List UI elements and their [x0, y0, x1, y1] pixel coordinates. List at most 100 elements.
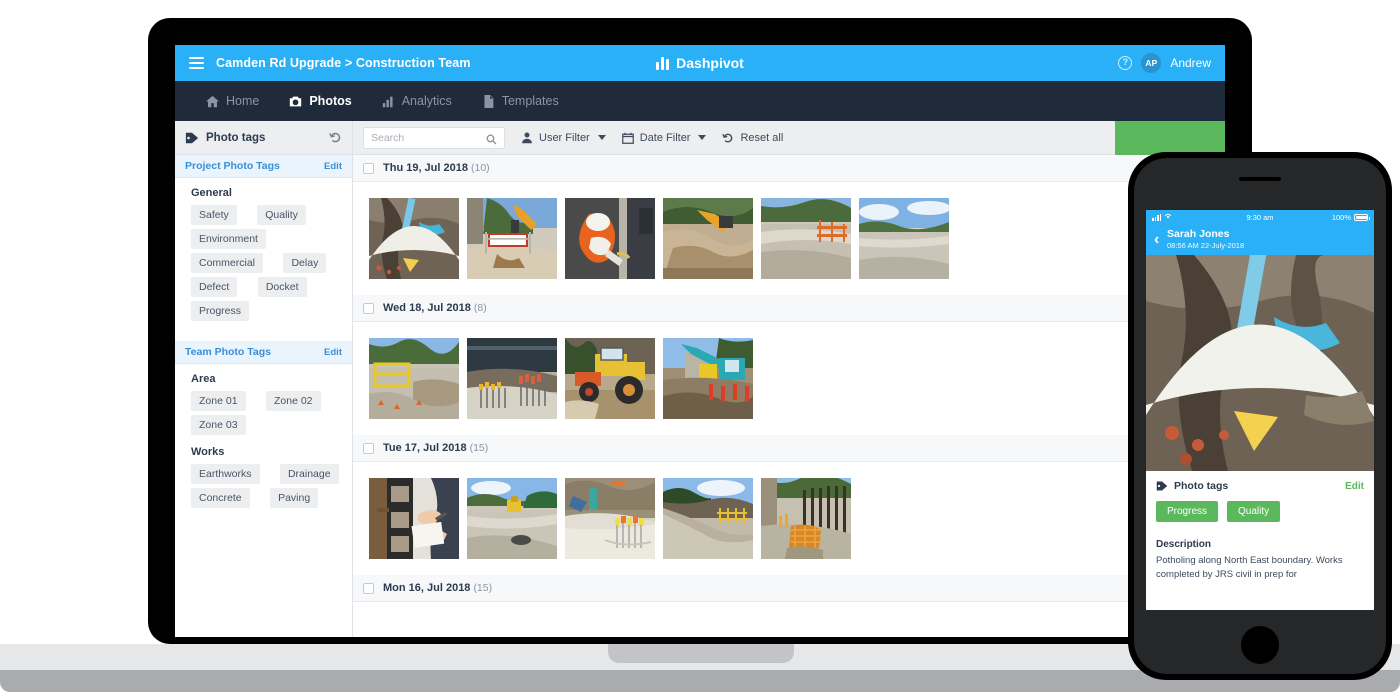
date-filter-button[interactable]: Date Filter — [621, 131, 707, 144]
phone-description-title: Description — [1156, 539, 1212, 550]
photo-thumbnail-paved-road-under-blue-sky[interactable] — [859, 198, 949, 279]
date-group-header[interactable]: Wed 18, Jul 2018 (8) — [353, 295, 1225, 322]
laptop-screen: Camden Rd Upgrade > Construction Team Da… — [175, 45, 1225, 637]
breadcrumb[interactable]: Camden Rd Upgrade > Construction Team — [216, 56, 471, 70]
photo-thumbnail-worker-in-orange-hi-vis-overhead[interactable] — [565, 198, 655, 279]
user-icon — [521, 132, 533, 144]
date-group-header[interactable]: Thu 19, Jul 2018 (10) — [353, 155, 1225, 182]
photo-thumbnail-yellow-safety-barrier-on-road[interactable] — [369, 338, 459, 419]
help-question-icon[interactable]: ? — [1118, 56, 1133, 70]
screenshot-stage: Camden Rd Upgrade > Construction Team Da… — [0, 0, 1400, 700]
tag-chip[interactable]: Concrete — [191, 488, 250, 508]
photo-thumbnail-new-concrete-road-with-machine[interactable] — [467, 478, 557, 559]
header-right: ? AP Andrew — [1118, 53, 1225, 73]
photo-thumbnail-embankment-with-timber-fence[interactable] — [663, 478, 753, 559]
phone-photo-trench-excavation-with-blue-pipe[interactable] — [1146, 255, 1374, 471]
tag-chip[interactable]: Earthworks — [191, 464, 260, 484]
tag-chip[interactable]: Quality — [257, 205, 306, 225]
tag-chip[interactable]: Zone 03 — [191, 415, 246, 435]
user-name[interactable]: Andrew — [1170, 56, 1211, 70]
phone-header-text: Sarah Jones 08:56 AM 22-July-2018 — [1167, 228, 1244, 251]
primary-action-button[interactable] — [1115, 121, 1225, 155]
status-time: 9:30 am — [1246, 212, 1274, 222]
tag-chip[interactable]: Delay — [283, 253, 327, 273]
photo-thumbnail-yellow-road-roller-compactor[interactable] — [565, 338, 655, 419]
app-header: Camden Rd Upgrade > Construction Team Da… — [175, 45, 1225, 81]
phone-photo-tags-edit[interactable]: Edit — [1345, 481, 1364, 492]
chevron-down-icon — [698, 135, 707, 140]
date-label: Tue 17, Jul 2018 — [383, 442, 467, 454]
phone-tag-chip[interactable]: Progress — [1156, 501, 1219, 522]
chevron-left-icon[interactable]: ‹ — [1154, 231, 1167, 248]
app-body: Photo tags Project Photo Tags Edit Gener… — [175, 121, 1225, 637]
tagset-header-project: Project Photo Tags Edit — [175, 155, 352, 178]
tag-chip[interactable]: Drainage — [279, 464, 339, 484]
tag-chip[interactable]: Zone 02 — [265, 391, 321, 411]
tag-chip[interactable]: Docket — [257, 277, 307, 297]
tag-list-general: Safety Quality Environment Commercial De… — [175, 203, 352, 323]
search-icon[interactable] — [486, 132, 497, 145]
photo-thumbnail-concrete-road-with-orange-barrier[interactable] — [761, 198, 851, 279]
tagset-edit-project[interactable]: Edit — [324, 161, 342, 172]
photo-thumbnail-trench-with-steel-starter-bars[interactable] — [467, 338, 557, 419]
main-nav: Home Photos Analytics Templates — [175, 81, 1225, 121]
photo-thumbnail-rock-cutting-with-marker-flags[interactable] — [565, 478, 655, 559]
select-all-checkbox[interactable] — [363, 582, 374, 594]
photo-thumbnail-excavator-digging-earth-mound[interactable] — [663, 198, 753, 279]
nav-item-templates-label: Templates — [501, 94, 559, 108]
phone-home-button[interactable] — [1241, 626, 1279, 664]
photo-thumbnail-excavator-behind-safety-fence[interactable] — [467, 198, 557, 279]
date-group-header[interactable]: Mon 16, Jul 2018 (15) — [353, 575, 1225, 602]
brand-name: Dashpivot — [676, 55, 744, 71]
phone-user-name: Sarah Jones — [1167, 228, 1230, 240]
tag-chip[interactable]: Safety — [191, 205, 237, 225]
tag-icon — [185, 131, 199, 145]
tag-chip[interactable]: Commercial — [191, 253, 264, 273]
phone-speaker — [1239, 177, 1281, 181]
nav-item-home[interactable]: Home — [193, 81, 272, 121]
date-count: (15) — [469, 442, 489, 454]
tag-chip[interactable]: Zone 01 — [191, 391, 246, 411]
select-all-checkbox[interactable] — [363, 302, 374, 314]
date-filter-label: Date Filter — [639, 131, 691, 144]
hamburger-menu-icon[interactable] — [189, 57, 204, 69]
phone-header: ‹ Sarah Jones 08:56 AM 22-July-2018 — [1146, 224, 1374, 255]
photo-row — [353, 182, 1225, 295]
date-label: Wed 18, Jul 2018 — [383, 302, 471, 314]
select-all-checkbox[interactable] — [363, 442, 374, 454]
tagset-title-team: Team Photo Tags — [185, 346, 271, 358]
nav-item-photos-label: Photos — [309, 94, 352, 108]
tag-chip[interactable]: Defect — [191, 277, 238, 297]
photo-row — [353, 462, 1225, 575]
search-input[interactable] — [371, 127, 489, 148]
reset-undo-icon[interactable] — [329, 131, 342, 144]
nav-item-analytics[interactable]: Analytics — [369, 81, 465, 121]
user-filter-button[interactable]: User Filter — [521, 132, 606, 144]
battery-full-icon — [1354, 213, 1370, 221]
reset-all-button[interactable]: Reset all — [722, 132, 783, 144]
photo-thumbnail-worker-signing-paperwork-indoors[interactable] — [369, 478, 459, 559]
date-label: Mon 16, Jul 2018 — [383, 582, 471, 594]
sidebar-title: Photo tags — [206, 131, 266, 144]
photo-thumbnail-teal-excavator-at-site[interactable] — [663, 338, 753, 419]
photo-thumbnail-orange-mesh-barrier-beside-wall[interactable] — [761, 478, 851, 559]
nav-item-templates[interactable]: Templates — [469, 81, 572, 121]
photo-row — [353, 322, 1225, 435]
search-box[interactable] — [363, 126, 505, 149]
tag-chip[interactable]: Progress — [191, 301, 250, 321]
tag-chip[interactable]: Environment — [191, 229, 266, 249]
tag-group-title-general: General — [191, 187, 232, 199]
tagset-title-project: Project Photo Tags — [185, 160, 280, 172]
phone-photo-tags-title: Photo tags — [1174, 480, 1229, 492]
tag-chip[interactable]: Paving — [270, 488, 319, 508]
tagset-edit-team[interactable]: Edit — [324, 347, 342, 358]
date-label: Thu 19, Jul 2018 — [383, 162, 468, 174]
phone-tag-chip[interactable]: Quality — [1227, 501, 1281, 522]
avatar[interactable]: AP — [1141, 53, 1162, 73]
photo-thumbnail-trench-excavation-with-blue-pipe[interactable] — [369, 198, 459, 279]
analytics-chart-icon — [382, 95, 395, 108]
nav-item-photos[interactable]: Photos — [276, 81, 364, 121]
tag-list-area: Zone 01 Zone 02 Zone 03 — [175, 389, 352, 437]
select-all-checkbox[interactable] — [363, 162, 374, 174]
date-group-header[interactable]: Tue 17, Jul 2018 (15) — [353, 435, 1225, 462]
